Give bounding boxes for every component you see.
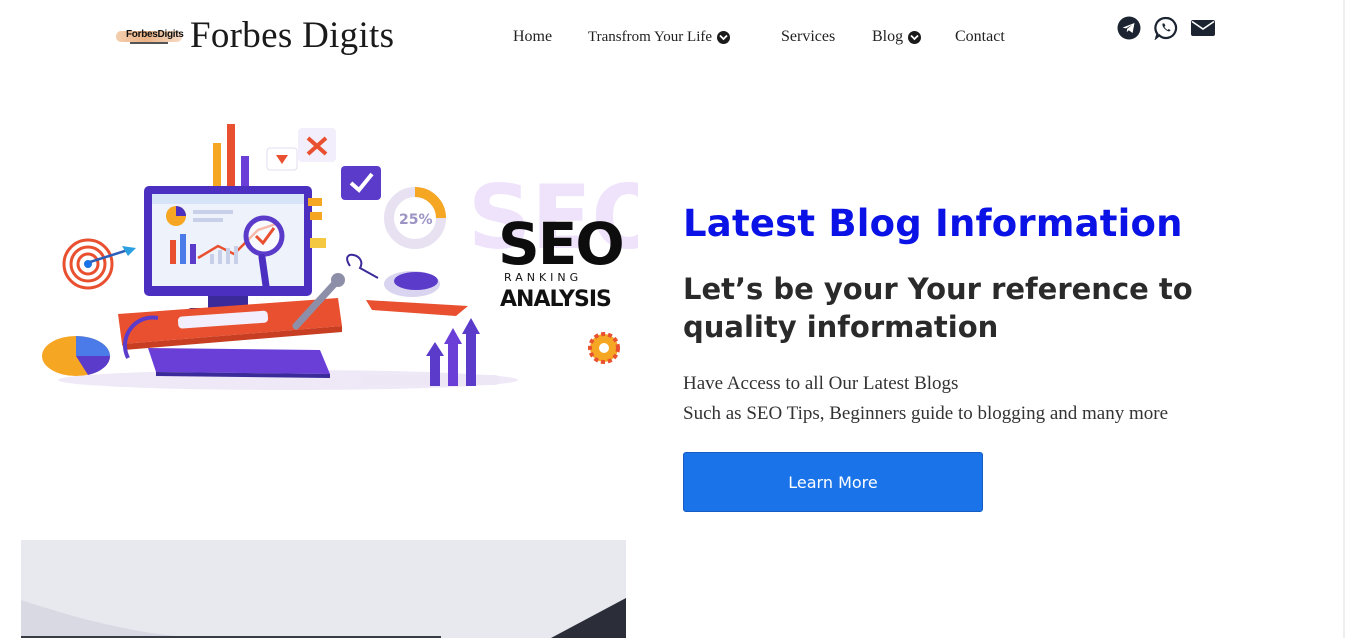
analysis-label: ANALYSIS <box>500 287 611 312</box>
envelope-icon[interactable] <box>1190 16 1216 40</box>
learn-more-button[interactable]: Learn More <box>683 452 983 512</box>
hero-subtitle: Let’s be your Your reference to quality … <box>683 272 1193 344</box>
percent-label: 25% <box>399 212 433 228</box>
seo-illustration: SEO 25% SEO RANKING ANALYSIS <box>38 118 666 398</box>
brand-logo[interactable]: ForbesDigits <box>116 25 184 47</box>
hero-title: Latest Blog Information <box>683 202 1183 245</box>
whatsapp-icon[interactable] <box>1154 16 1178 40</box>
nav-contact[interactable]: Contact <box>955 26 1005 48</box>
nav-blog-label: Blog <box>872 28 904 45</box>
hero-description-line-2: Such as SEO Tips, Beginners guide to blo… <box>683 403 1169 424</box>
nav-home-label: Home <box>513 28 553 45</box>
ranking-label: RANKING <box>504 271 582 284</box>
nav-transform[interactable]: Transfrom Your Life <box>588 26 731 48</box>
chevron-down-icon <box>908 30 922 44</box>
brand[interactable]: ForbesDigits Forbes Digits <box>116 14 394 58</box>
brand-name[interactable]: Forbes Digits <box>190 14 394 58</box>
site-header: ForbesDigits Forbes Digits Home Transfro… <box>0 0 1345 78</box>
nav-services[interactable]: Services <box>781 26 835 48</box>
hero-description-line-1: Have Access to all Our Latest Blogs <box>683 373 959 394</box>
telegram-icon[interactable] <box>1117 16 1141 40</box>
chevron-down-icon <box>717 30 731 44</box>
section-image <box>21 540 626 638</box>
logo-text: ForbesDigits <box>126 29 184 40</box>
logo-tagline-line <box>130 42 168 44</box>
nav-home[interactable]: Home <box>513 26 552 48</box>
nav-contact-label: Contact <box>955 28 1005 45</box>
nav-blog[interactable]: Blog <box>872 26 922 48</box>
nav-transform-label: Transfrom Your Life <box>588 29 713 45</box>
nav-services-label: Services <box>781 28 836 45</box>
seo-label: SEO <box>498 210 623 278</box>
